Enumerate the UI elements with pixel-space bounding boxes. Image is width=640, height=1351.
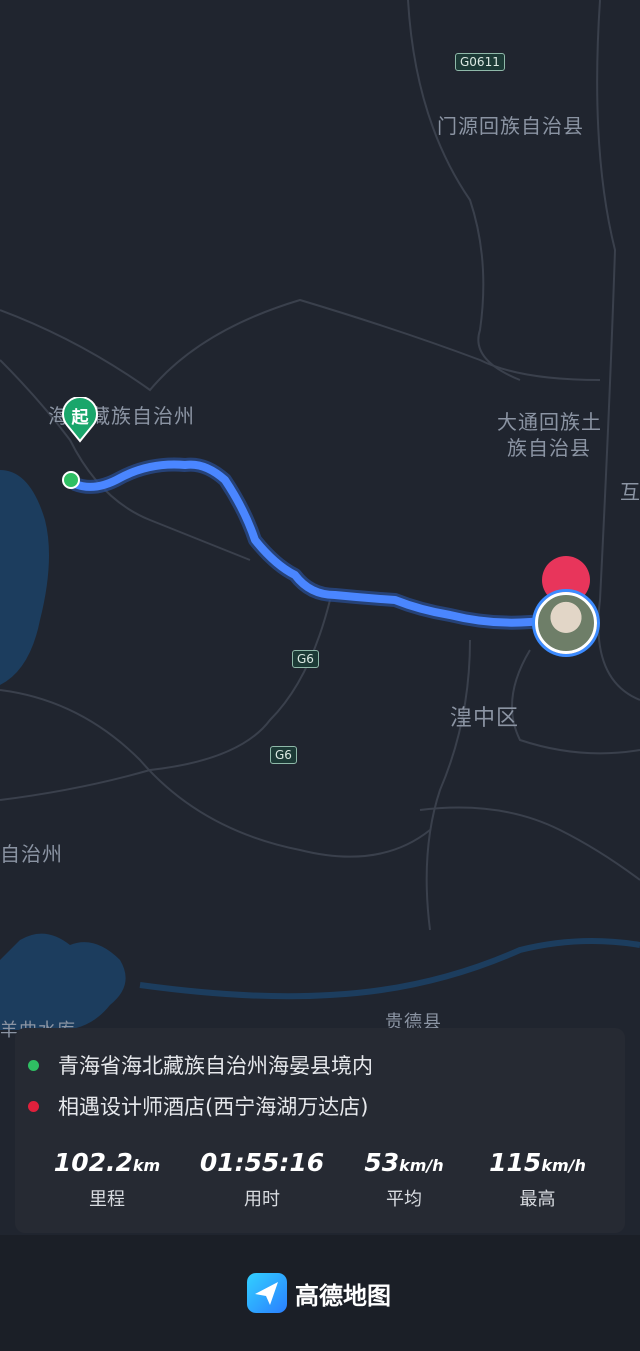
start-point-dot — [62, 471, 80, 489]
brand: 高德地图 — [247, 1273, 391, 1313]
stat-value: 53 — [364, 1148, 400, 1177]
start-address-row: 青海省海北藏族自治州海晏县境内 — [28, 1050, 373, 1080]
road-shield-g6: G6 — [292, 650, 319, 668]
stat-label: 最高 — [519, 1189, 556, 1210]
stat-unit: km — [132, 1156, 161, 1175]
stat-duration: 01:55:16 用时 — [192, 1148, 332, 1211]
stat-label: 用时 — [244, 1189, 280, 1210]
place-huangzhong: 湟中区 — [450, 706, 520, 731]
start-pin-label: 起 — [71, 408, 89, 428]
end-address: 相遇设计师酒店(西宁海湖万达店) — [58, 1095, 369, 1119]
stat-distance: 102.2km 里程 — [42, 1148, 172, 1211]
place-zizhizhou: 自治州 — [0, 842, 63, 866]
stat-label: 里程 — [89, 1189, 125, 1210]
qinghai-lake — [0, 470, 49, 685]
stat-unit: km/h — [541, 1156, 586, 1175]
stat-value: 115 — [489, 1148, 542, 1177]
brand-name: 高德地图 — [295, 1281, 391, 1310]
start-pin-icon[interactable]: 起 — [61, 397, 99, 443]
place-datong-2: 族自治县 — [507, 436, 591, 460]
place-edge: 互 — [620, 480, 640, 504]
stat-value: 102.2 — [53, 1148, 133, 1177]
place-menyuan: 门源回族自治县 — [437, 114, 584, 138]
road-shield-g0611: G0611 — [455, 53, 505, 71]
river — [139, 938, 640, 1000]
minor-roads — [0, 0, 640, 931]
stat-unit: km/h — [399, 1156, 444, 1175]
place-datong-1: 大通回族土 — [497, 410, 602, 434]
road-shield-g6-2: G6 — [270, 746, 297, 764]
route-halo — [68, 457, 567, 630]
end-address-row: 相遇设计师酒店(西宁海湖万达店) — [28, 1091, 368, 1121]
stat-value: 01:55:16 — [199, 1148, 325, 1177]
start-address: 青海省海北藏族自治州海晏县境内 — [58, 1054, 373, 1078]
stat-average-speed: 53km/h 平均 — [348, 1148, 460, 1211]
start-dot-icon — [28, 1059, 39, 1071]
end-dot-icon — [28, 1100, 39, 1112]
user-avatar[interactable] — [535, 592, 597, 654]
gaode-logo-icon — [247, 1273, 287, 1313]
stat-label: 平均 — [386, 1189, 422, 1210]
stat-max-speed: 115km/h 最高 — [475, 1148, 600, 1211]
